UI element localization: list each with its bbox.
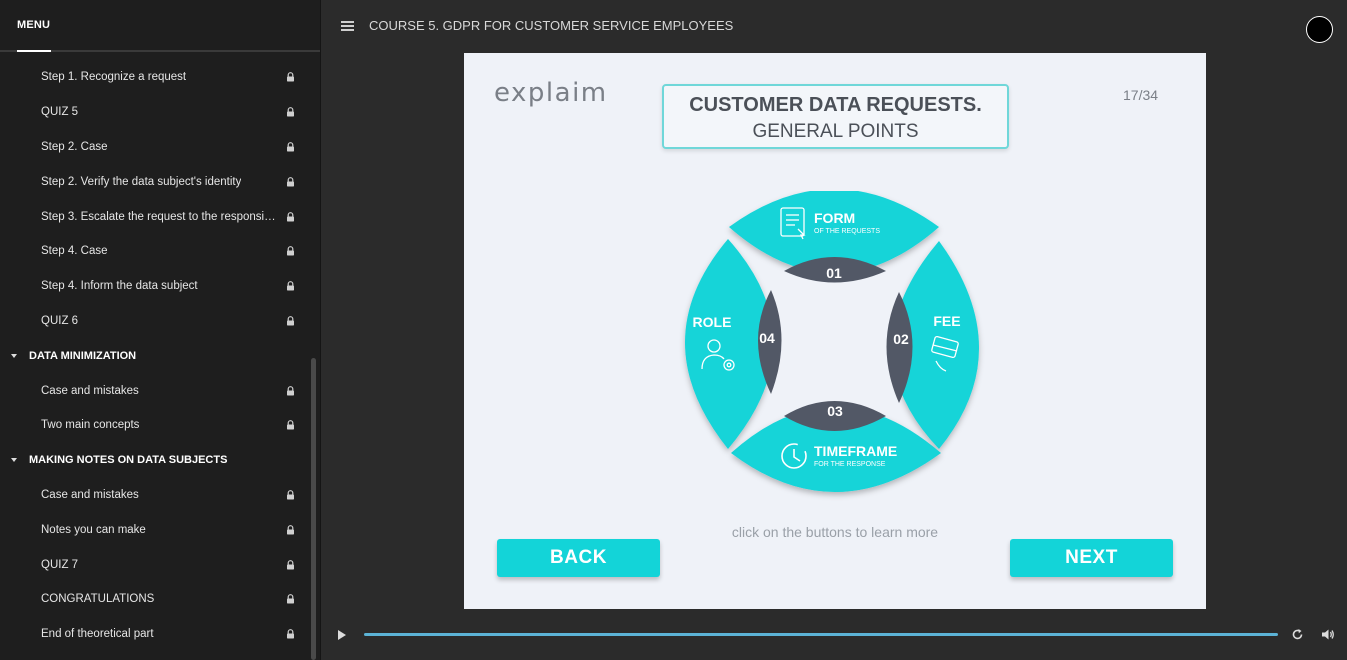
menu-item[interactable]: Case and mistakes bbox=[0, 373, 310, 408]
menu-item-label: Step 1. Recognize a request bbox=[41, 71, 187, 84]
menu-item[interactable]: Step 4. Inform the data subject bbox=[0, 269, 310, 304]
sidebar-scrollbar[interactable] bbox=[311, 358, 316, 660]
menu-item[interactable]: QUIZ 6 bbox=[0, 304, 310, 339]
replay-icon[interactable] bbox=[1291, 628, 1304, 641]
fee-title: FEE bbox=[933, 313, 960, 329]
form-number: 01 bbox=[826, 265, 842, 281]
hamburger-menu-icon[interactable] bbox=[341, 21, 354, 31]
lock-icon bbox=[287, 211, 294, 222]
menu-item[interactable]: Case and mistakes bbox=[0, 478, 310, 513]
lock-icon bbox=[287, 490, 294, 500]
timeframe-title: TIMEFRAME bbox=[814, 443, 897, 459]
lock-icon bbox=[287, 629, 294, 639]
menu-item[interactable]: Step 2. Verify the data subject's identi… bbox=[0, 164, 310, 199]
app-window: MENU Step 1. Recognize a request QUIZ 5 St… bbox=[0, 0, 1347, 660]
menu-item-label: QUIZ 7 bbox=[41, 558, 79, 571]
menu-item[interactable]: Step 4. Case bbox=[0, 234, 310, 269]
menu-tab-indicator bbox=[17, 50, 51, 52]
form-subtitle: OF THE REQUESTS bbox=[814, 228, 880, 235]
menu-tab[interactable]: MENU bbox=[17, 19, 50, 31]
menu-item-label: Step 4. Inform the data subject bbox=[41, 280, 198, 293]
menu-item-label: CONGRATULATIONS bbox=[41, 593, 155, 606]
form-title: FORM bbox=[814, 210, 855, 226]
top-bar: COURSE 5. GDPR FOR CUSTOMER SERVICE EMPL… bbox=[321, 0, 1347, 52]
menu-item[interactable]: QUIZ 5 bbox=[0, 95, 310, 130]
menu-list: Step 1. Recognize a request QUIZ 5 Step 2.… bbox=[0, 60, 310, 652]
menu-item-label: Step 2. Case bbox=[41, 140, 108, 153]
menu-item[interactable]: End of theoretical part bbox=[0, 617, 310, 652]
lock-icon bbox=[287, 281, 294, 291]
progress-bar[interactable] bbox=[364, 633, 1278, 636]
menu-item[interactable]: Step 3. Escalate the request to the resp… bbox=[0, 199, 310, 234]
timeframe-subtitle: FOR THE RESPONSE bbox=[814, 461, 886, 468]
sidebar-header: MENU bbox=[0, 0, 320, 52]
volume-icon[interactable] bbox=[1321, 628, 1335, 641]
menu-item[interactable]: Two main concepts bbox=[0, 408, 310, 443]
role-segment[interactable]: 04 ROLE bbox=[685, 239, 782, 449]
lock-icon bbox=[287, 142, 294, 152]
hint-text: click on the buttons to learn more bbox=[731, 524, 939, 540]
menu-item-label: Two main concepts bbox=[41, 419, 140, 432]
menu-item[interactable]: QUIZ 7 bbox=[0, 547, 310, 582]
timeframe-number: 03 bbox=[827, 403, 843, 419]
caret-down-icon bbox=[11, 353, 17, 358]
fee-segment[interactable]: 02 FEE bbox=[886, 241, 980, 449]
lock-icon bbox=[287, 246, 294, 256]
lock-icon bbox=[287, 420, 294, 430]
topics-wheel: 01 FORM OF THE REQUESTS 02 FEE 03 TIMEFR… bbox=[685, 191, 980, 492]
lock-icon bbox=[287, 107, 294, 117]
user-avatar[interactable] bbox=[1306, 16, 1333, 43]
menu-item[interactable]: CONGRATULATIONS bbox=[0, 582, 310, 617]
menu-item-label: MAKING NOTES ON DATA SUBJECTS bbox=[29, 454, 228, 467]
menu-item-label: QUIZ 5 bbox=[41, 106, 79, 119]
sidebar: MENU Step 1. Recognize a request QUIZ 5 St… bbox=[0, 0, 321, 660]
menu-item-label: Step 4. Case bbox=[41, 245, 108, 258]
menu-item-label: Case and mistakes bbox=[41, 384, 139, 397]
menu-item-label: End of theoretical part bbox=[41, 628, 154, 641]
menu-section-header[interactable]: MAKING NOTES ON DATA SUBJECTS bbox=[0, 443, 310, 478]
page-counter: 17/34 bbox=[1123, 87, 1159, 103]
menu-section-header[interactable]: DATA MINIMIZATION bbox=[0, 338, 310, 373]
slide-title-box: CUSTOMER DATA REQUESTS. GENERAL POINTS bbox=[662, 84, 1009, 149]
menu-item-label: Step 3. Escalate the request to the resp… bbox=[41, 210, 277, 223]
back-button[interactable]: BACK bbox=[497, 539, 660, 577]
form-segment[interactable]: 01 FORM OF THE REQUESTS bbox=[729, 191, 939, 283]
slide-canvas: explaim CUSTOMER DATA REQUESTS. GENERAL … bbox=[464, 53, 1206, 609]
menu-item-label: Step 2. Verify the data subject's identi… bbox=[41, 175, 242, 188]
explaim-logo: explaim bbox=[494, 78, 608, 108]
menu-item[interactable]: Step 1. Recognize a request bbox=[0, 60, 310, 95]
role-number: 04 bbox=[759, 330, 775, 346]
lock-icon bbox=[287, 594, 294, 604]
caret-down-icon bbox=[11, 458, 17, 463]
menu-item-label: Notes you can make bbox=[41, 523, 146, 536]
play-icon[interactable] bbox=[338, 630, 346, 640]
lock-icon bbox=[287, 316, 294, 326]
lock-icon bbox=[287, 176, 294, 187]
menu-item-label: QUIZ 6 bbox=[41, 314, 79, 327]
next-button[interactable]: NEXT bbox=[1010, 539, 1173, 577]
lock-icon bbox=[287, 559, 294, 570]
lock-icon bbox=[287, 524, 294, 535]
role-title: ROLE bbox=[693, 314, 732, 330]
menu-item-label: Case and mistakes bbox=[41, 488, 139, 501]
menu-item-label: DATA MINIMIZATION bbox=[29, 349, 137, 362]
lock-icon bbox=[287, 72, 294, 82]
fee-number: 02 bbox=[893, 331, 909, 347]
player-controls bbox=[321, 612, 1347, 660]
lock-icon bbox=[287, 385, 294, 396]
timeframe-segment[interactable]: 03 TIMEFRAME FOR THE RESPONSE bbox=[731, 401, 941, 492]
slide-subtitle: GENERAL POINTS bbox=[752, 121, 919, 142]
menu-item[interactable]: Notes you can make bbox=[0, 512, 310, 547]
course-title: COURSE 5. GDPR FOR CUSTOMER SERVICE EMPL… bbox=[369, 18, 734, 33]
slide-title: CUSTOMER DATA REQUESTS. bbox=[689, 94, 982, 116]
menu-item[interactable]: Step 2. Case bbox=[0, 130, 310, 165]
